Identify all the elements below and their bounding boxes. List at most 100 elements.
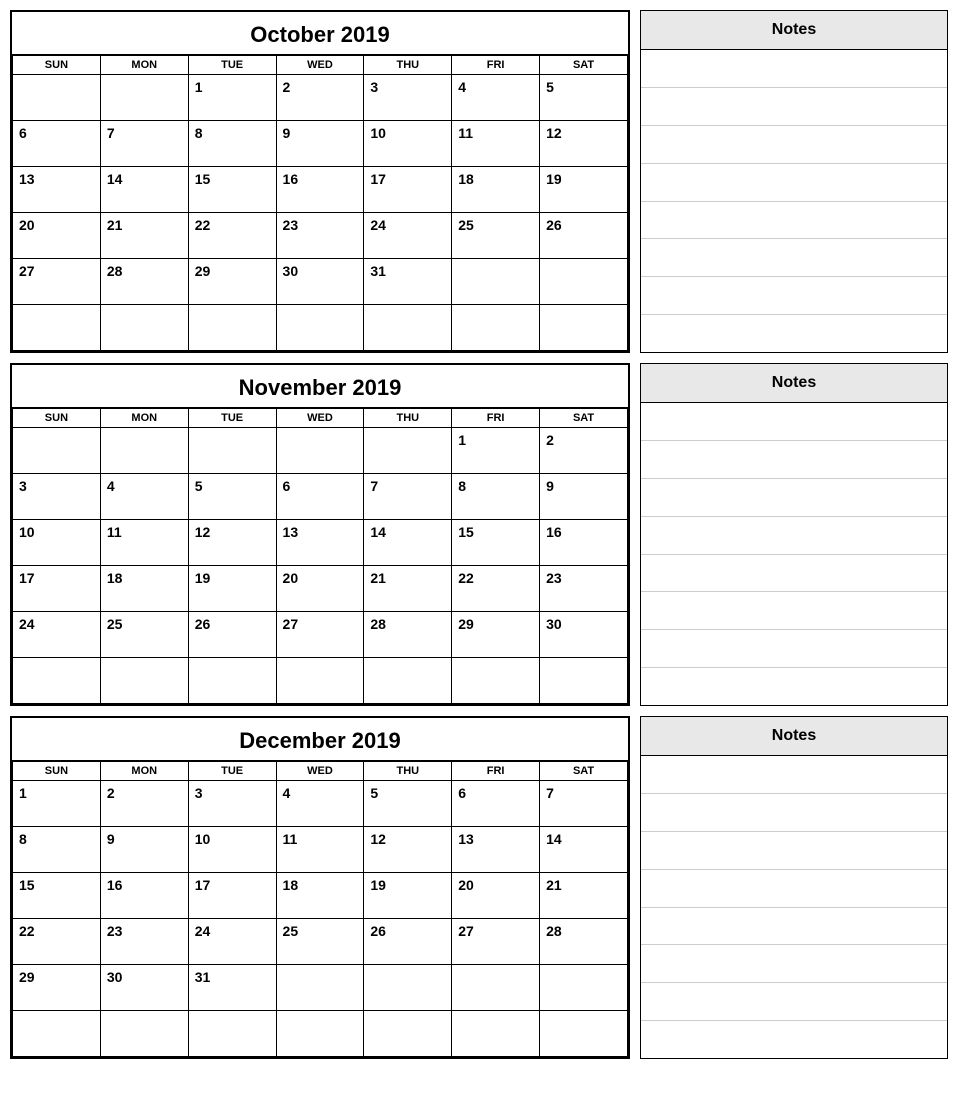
calendar-cell-0-3-3: 23	[276, 213, 364, 259]
day-header-FRI: FRI	[452, 409, 540, 428]
notes-section-0: Notes	[640, 10, 948, 353]
calendar-cell-0-2-0: 13	[13, 167, 101, 213]
calendar-cell-2-1-0: 8	[13, 827, 101, 873]
notes-line-1-3[interactable]	[641, 517, 947, 555]
calendar-cell-0-5-5	[452, 305, 540, 351]
calendar-cell-1-4-5: 29	[452, 612, 540, 658]
notes-line-2-3[interactable]	[641, 870, 947, 908]
calendar-cell-1-4-0: 24	[13, 612, 101, 658]
day-header-THU: THU	[364, 409, 452, 428]
notes-line-1-4[interactable]	[641, 555, 947, 593]
calendar-cell-2-2-5: 20	[452, 873, 540, 919]
calendar-cell-0-5-0	[13, 305, 101, 351]
calendar-cell-0-1-2: 8	[188, 121, 276, 167]
calendar-cell-0-4-1: 28	[100, 259, 188, 305]
calendar-cell-0-0-3: 2	[276, 75, 364, 121]
day-header-SAT: SAT	[540, 56, 628, 75]
calendar-cell-2-2-4: 19	[364, 873, 452, 919]
notes-line-1-1[interactable]	[641, 441, 947, 479]
page-container: October 2019SUNMONTUEWEDTHUFRISAT1234567…	[10, 10, 948, 1069]
calendar-cell-1-0-4	[364, 428, 452, 474]
calendar-cell-2-3-4: 26	[364, 919, 452, 965]
notes-line-0-2[interactable]	[641, 126, 947, 164]
notes-line-1-2[interactable]	[641, 479, 947, 517]
notes-line-0-5[interactable]	[641, 239, 947, 277]
calendar-cell-0-2-2: 15	[188, 167, 276, 213]
notes-line-2-7[interactable]	[641, 1021, 947, 1058]
day-header-THU: THU	[364, 56, 452, 75]
calendar-cell-1-4-6: 30	[540, 612, 628, 658]
month-row-1: November 2019SUNMONTUEWEDTHUFRISAT123456…	[10, 363, 948, 706]
calendar-cell-1-4-2: 26	[188, 612, 276, 658]
calendar-section-1: November 2019SUNMONTUEWEDTHUFRISAT123456…	[10, 363, 630, 706]
calendar-cell-1-4-3: 27	[276, 612, 364, 658]
calendar-cell-2-0-2: 3	[188, 781, 276, 827]
calendar-cell-0-5-4	[364, 305, 452, 351]
calendar-cell-0-3-4: 24	[364, 213, 452, 259]
day-header-TUE: TUE	[188, 56, 276, 75]
calendar-cell-1-2-6: 16	[540, 520, 628, 566]
notes-line-1-7[interactable]	[641, 668, 947, 705]
calendar-cell-1-3-5: 22	[452, 566, 540, 612]
calendar-cell-0-0-0	[13, 75, 101, 121]
calendar-cell-2-0-3: 4	[276, 781, 364, 827]
calendar-cell-2-2-3: 18	[276, 873, 364, 919]
calendar-cell-2-5-6	[540, 1011, 628, 1057]
notes-lines-0	[641, 50, 947, 352]
calendar-cell-0-2-6: 19	[540, 167, 628, 213]
calendar-cell-2-0-4: 5	[364, 781, 452, 827]
notes-line-0-6[interactable]	[641, 277, 947, 315]
notes-line-1-6[interactable]	[641, 630, 947, 668]
calendar-cell-1-5-2	[188, 658, 276, 704]
calendar-cell-0-0-4: 3	[364, 75, 452, 121]
calendar-title-0: October 2019	[12, 12, 628, 55]
calendar-cell-2-3-6: 28	[540, 919, 628, 965]
calendar-cell-2-4-4	[364, 965, 452, 1011]
calendar-cell-2-3-1: 23	[100, 919, 188, 965]
day-header-FRI: FRI	[452, 56, 540, 75]
calendar-cell-2-0-0: 1	[13, 781, 101, 827]
calendar-cell-0-1-3: 9	[276, 121, 364, 167]
notes-line-2-6[interactable]	[641, 983, 947, 1021]
notes-line-2-2[interactable]	[641, 832, 947, 870]
calendar-cell-0-4-4: 31	[364, 259, 452, 305]
notes-line-0-4[interactable]	[641, 202, 947, 240]
calendar-cell-1-1-1: 4	[100, 474, 188, 520]
calendar-cell-0-0-5: 4	[452, 75, 540, 121]
calendar-cell-1-1-3: 6	[276, 474, 364, 520]
notes-header-0: Notes	[641, 11, 947, 50]
notes-line-0-0[interactable]	[641, 50, 947, 88]
calendar-cell-2-4-6	[540, 965, 628, 1011]
calendar-cell-1-3-1: 18	[100, 566, 188, 612]
calendar-cell-2-3-3: 25	[276, 919, 364, 965]
notes-line-2-0[interactable]	[641, 756, 947, 794]
calendar-cell-0-3-6: 26	[540, 213, 628, 259]
day-header-SUN: SUN	[13, 762, 101, 781]
notes-line-2-4[interactable]	[641, 908, 947, 946]
calendar-cell-0-3-1: 21	[100, 213, 188, 259]
notes-line-0-1[interactable]	[641, 88, 947, 126]
calendar-cell-0-5-6	[540, 305, 628, 351]
day-header-SUN: SUN	[13, 56, 101, 75]
calendar-cell-2-0-5: 6	[452, 781, 540, 827]
calendar-cell-0-4-5	[452, 259, 540, 305]
calendar-cell-2-0-6: 7	[540, 781, 628, 827]
calendar-cell-2-5-1	[100, 1011, 188, 1057]
notes-line-2-1[interactable]	[641, 794, 947, 832]
day-header-WED: WED	[276, 409, 364, 428]
calendar-cell-1-3-6: 23	[540, 566, 628, 612]
calendar-grid-0: SUNMONTUEWEDTHUFRISAT1234567891011121314…	[12, 55, 628, 351]
calendar-cell-2-4-5	[452, 965, 540, 1011]
calendar-cell-1-3-0: 17	[13, 566, 101, 612]
notes-line-0-3[interactable]	[641, 164, 947, 202]
calendar-cell-0-4-2: 29	[188, 259, 276, 305]
day-header-WED: WED	[276, 56, 364, 75]
calendar-cell-1-0-3	[276, 428, 364, 474]
day-header-FRI: FRI	[452, 762, 540, 781]
notes-line-0-7[interactable]	[641, 315, 947, 352]
notes-line-1-5[interactable]	[641, 592, 947, 630]
calendar-cell-1-3-3: 20	[276, 566, 364, 612]
notes-line-1-0[interactable]	[641, 403, 947, 441]
notes-line-2-5[interactable]	[641, 945, 947, 983]
calendar-cell-2-4-2: 31	[188, 965, 276, 1011]
